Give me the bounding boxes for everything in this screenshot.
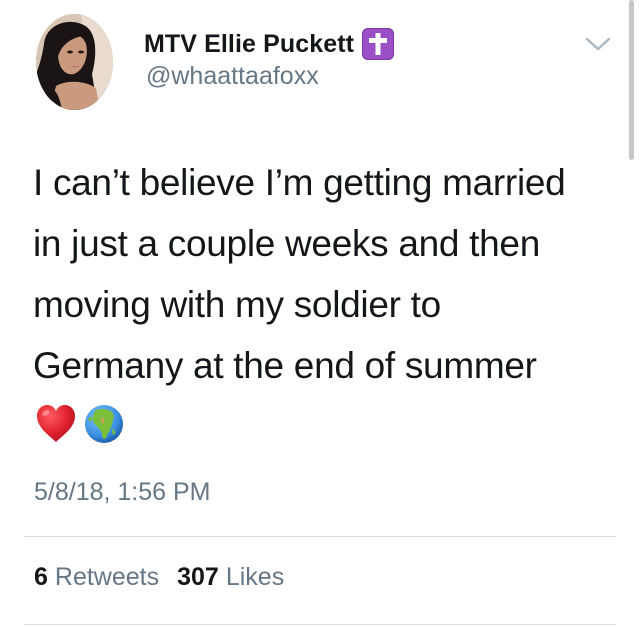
globe-africa-icon bbox=[85, 405, 123, 443]
author-row[interactable]: MTV Ellie Puckett bbox=[144, 27, 395, 61]
tweet-card: MTV Ellie Puckett @whaattaafoxx I can’t … bbox=[0, 0, 640, 627]
display-name[interactable]: MTV Ellie Puckett bbox=[144, 30, 354, 59]
latin-cross-icon bbox=[362, 28, 395, 60]
emoji-row bbox=[34, 402, 126, 446]
divider bbox=[24, 624, 616, 625]
avatar[interactable] bbox=[36, 14, 113, 110]
divider bbox=[24, 536, 616, 537]
scroll-indicator[interactable] bbox=[629, 0, 634, 160]
retweets-count: 6 bbox=[34, 563, 48, 591]
tweet-timestamp[interactable]: 5/8/18, 1:56 PM bbox=[34, 478, 211, 507]
likes-label: Likes bbox=[225, 563, 285, 591]
likes-count: 307 bbox=[177, 563, 219, 591]
tweet-stats: 6 Retweets 307 Likes bbox=[34, 563, 284, 592]
tweet-text-line: I can’t believe I’m getting married bbox=[33, 162, 566, 203]
tweet-text-line: in just a couple weeks and then bbox=[33, 223, 540, 264]
avatar-photo bbox=[36, 14, 113, 110]
red-heart-icon bbox=[37, 405, 75, 442]
tweet-text: I can’t believe I’m getting married in j… bbox=[33, 152, 623, 396]
tweet-text-line: moving with my soldier to bbox=[33, 284, 441, 325]
chevron-down-icon[interactable] bbox=[584, 34, 612, 54]
user-handle[interactable]: @whaattaafoxx bbox=[146, 62, 319, 91]
retweets-label: Retweets bbox=[54, 563, 160, 591]
retweets-stat[interactable]: 6 Retweets bbox=[34, 563, 159, 592]
likes-stat[interactable]: 307 Likes bbox=[177, 563, 284, 592]
tweet-text-line: Germany at the end of summer bbox=[33, 345, 537, 386]
